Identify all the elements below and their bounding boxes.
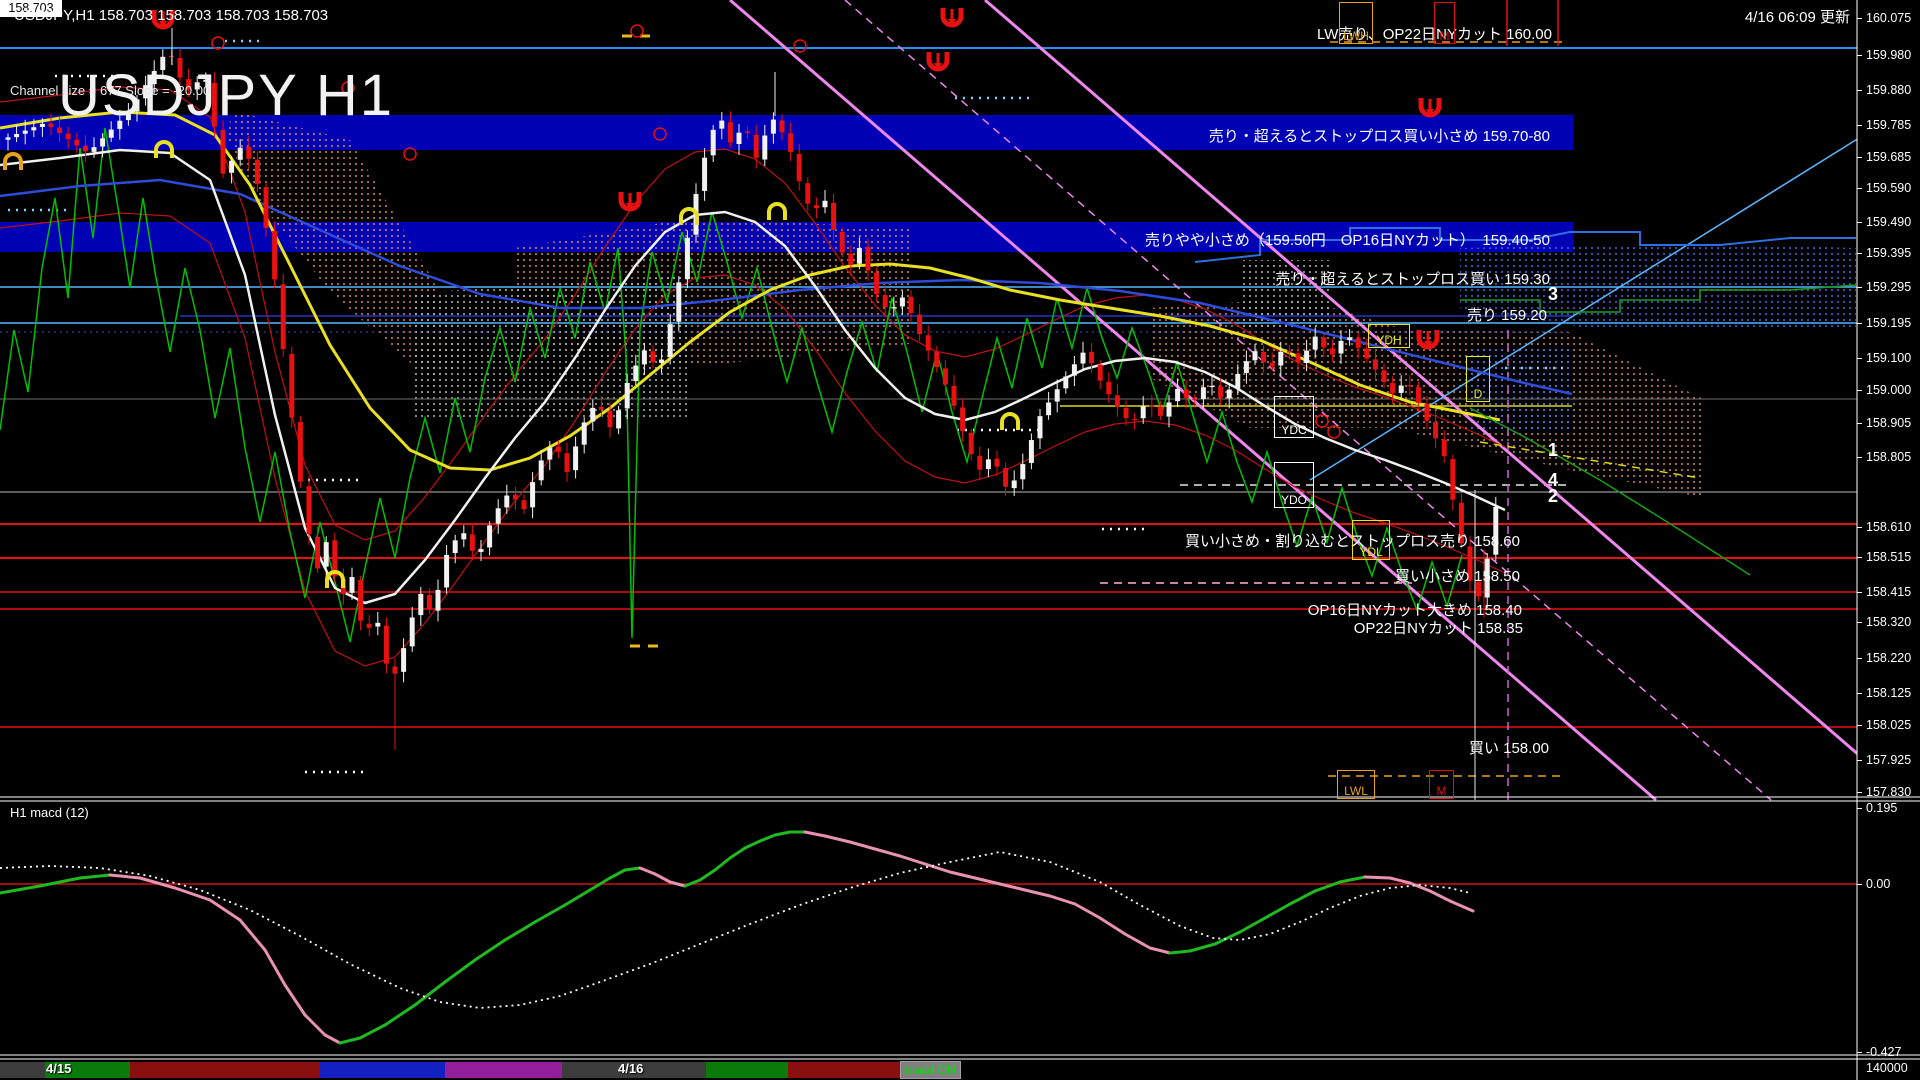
axis-tick bbox=[1857, 527, 1862, 528]
label-box: M bbox=[1434, 2, 1455, 44]
macd-toggle-button[interactable]: macd ON bbox=[900, 1061, 961, 1079]
price-axis-label: 158.415 bbox=[1866, 585, 1911, 599]
axis-tick bbox=[1857, 188, 1862, 189]
axis-tick bbox=[1857, 55, 1862, 56]
arch-marker-icon bbox=[769, 204, 785, 220]
axis-tick bbox=[1857, 323, 1862, 324]
trade-annotation: 売りやや小さめ（159.50円 OP16日NYカット） 159.40-50 bbox=[1145, 229, 1550, 250]
price-axis-label: 158.610 bbox=[1866, 520, 1911, 534]
price-axis-label: 157.830 bbox=[1866, 785, 1911, 799]
axis-tick bbox=[1857, 884, 1862, 885]
session-bar-segment bbox=[0, 1062, 45, 1078]
trade-annotation: 買い小さめ 158.50 bbox=[1395, 565, 1520, 586]
channel-info-label: Channel size = 677 Slope = -20.00 bbox=[10, 83, 210, 98]
macd-axis-label: 0.195 bbox=[1866, 801, 1897, 815]
price-axis-label: 159.295 bbox=[1866, 280, 1911, 294]
volume-axis-label: 140000 bbox=[1866, 1061, 1908, 1075]
price-axis-label: 160.075 bbox=[1866, 11, 1911, 25]
price-axis-label: 158.125 bbox=[1866, 686, 1911, 700]
label-box: LWH bbox=[1339, 2, 1373, 44]
date-label: 4/16 bbox=[618, 1061, 643, 1076]
trade-annotation: 売り・超えるとストップロス買い 159.30 bbox=[1275, 268, 1550, 289]
axis-tick bbox=[1857, 18, 1862, 19]
axis-tick bbox=[1857, 1052, 1862, 1053]
price-axis-label: 159.785 bbox=[1866, 118, 1911, 132]
circle-marker-icon bbox=[631, 25, 643, 37]
chart-canvas[interactable] bbox=[0, 0, 1920, 1080]
axis-tick bbox=[1857, 760, 1862, 761]
trade-annotation: 買い 158.00 bbox=[1469, 737, 1549, 758]
macd-pane-label: H1 macd (12) bbox=[10, 805, 89, 820]
label-box: YDL bbox=[1352, 520, 1390, 560]
axis-tick bbox=[1857, 592, 1862, 593]
axis-tick bbox=[1857, 125, 1862, 126]
price-axis-label: 159.000 bbox=[1866, 383, 1911, 397]
axis-tick bbox=[1857, 222, 1862, 223]
price-axis-label: 158.320 bbox=[1866, 615, 1911, 629]
label-box: YDC bbox=[1274, 396, 1314, 438]
update-timestamp: 4/16 06:09 更新 bbox=[1745, 6, 1850, 27]
label-box: LWL bbox=[1337, 770, 1375, 799]
sell-signal-icon bbox=[943, 8, 961, 26]
axis-tick bbox=[1857, 693, 1862, 694]
macd-signal-line bbox=[0, 852, 1470, 1008]
sell-signal-icon bbox=[1421, 98, 1439, 116]
price-axis-label: 158.515 bbox=[1866, 550, 1911, 564]
axis-tick bbox=[1857, 90, 1862, 91]
axis-tick bbox=[1857, 557, 1862, 558]
label-box: YDH bbox=[1368, 324, 1410, 348]
arch-marker-icon bbox=[1002, 414, 1018, 430]
price-axis-label: 159.880 bbox=[1866, 83, 1911, 97]
price-axis-label: 159.685 bbox=[1866, 150, 1911, 164]
price-axis-label: 159.100 bbox=[1866, 351, 1911, 365]
axis-tick bbox=[1857, 358, 1862, 359]
label-box: YDO bbox=[1274, 462, 1314, 508]
axis-tick bbox=[1857, 658, 1862, 659]
axis-tick bbox=[1857, 457, 1862, 458]
price-axis-label: 159.195 bbox=[1866, 316, 1911, 330]
trade-annotation: 売り 159.20 bbox=[1467, 304, 1547, 325]
session-bar-segment bbox=[130, 1062, 320, 1078]
price-axis-label: 159.395 bbox=[1866, 246, 1911, 260]
price-axis-label: 159.980 bbox=[1866, 48, 1911, 62]
symbol-ohlc-readout: USDJPY,H1 158.703 158.703 158.703 158.70… bbox=[14, 7, 328, 24]
channel-number-label: 1 bbox=[1548, 440, 1558, 461]
session-bar-segment bbox=[706, 1062, 788, 1078]
macd-axis-label: -0.427 bbox=[1866, 1045, 1901, 1059]
session-bar-segment bbox=[788, 1062, 900, 1078]
session-bar-segment bbox=[445, 1062, 562, 1078]
price-axis-label: 158.220 bbox=[1866, 651, 1911, 665]
trade-annotation: 売り・超えるとストップロス買い小さめ 159.70-80 bbox=[1209, 125, 1550, 146]
axis-tick bbox=[1857, 157, 1862, 158]
axis-tick bbox=[1857, 390, 1862, 391]
circle-marker-icon bbox=[794, 40, 806, 52]
axis-tick bbox=[1857, 253, 1862, 254]
price-axis-label: 158.805 bbox=[1866, 450, 1911, 464]
date-label: 4/15 bbox=[46, 1061, 71, 1076]
label-box: M bbox=[1429, 770, 1454, 799]
price-axis-label: 159.590 bbox=[1866, 181, 1911, 195]
axis-tick bbox=[1857, 622, 1862, 623]
axis-tick bbox=[1857, 287, 1862, 288]
price-axis-label: 157.925 bbox=[1866, 753, 1911, 767]
label-box: D bbox=[1466, 356, 1490, 402]
price-axis-label: 158.025 bbox=[1866, 718, 1911, 732]
macd-axis-label: 0.00 bbox=[1866, 877, 1890, 891]
mt4-chart-window: USDJPY H1 USDJPY,H1 158.703 158.703 158.… bbox=[0, 0, 1920, 1080]
macd-pane bbox=[0, 832, 1857, 1043]
indicator-cloud bbox=[411, 276, 687, 420]
channel-number-label: 2 bbox=[1548, 486, 1558, 507]
price-axis-label: 159.490 bbox=[1866, 215, 1911, 229]
axis-tick bbox=[1857, 792, 1862, 793]
channel-number-label: 3 bbox=[1548, 284, 1558, 305]
sell-signal-icon bbox=[929, 52, 947, 70]
axis-tick bbox=[1857, 725, 1862, 726]
axis-tick bbox=[1857, 808, 1862, 809]
session-bar-segment bbox=[320, 1062, 445, 1078]
axis-tick bbox=[1857, 423, 1862, 424]
trade-annotation: OP22日NYカット 158.35 bbox=[1354, 617, 1523, 638]
price-axis-label: 158.905 bbox=[1866, 416, 1911, 430]
